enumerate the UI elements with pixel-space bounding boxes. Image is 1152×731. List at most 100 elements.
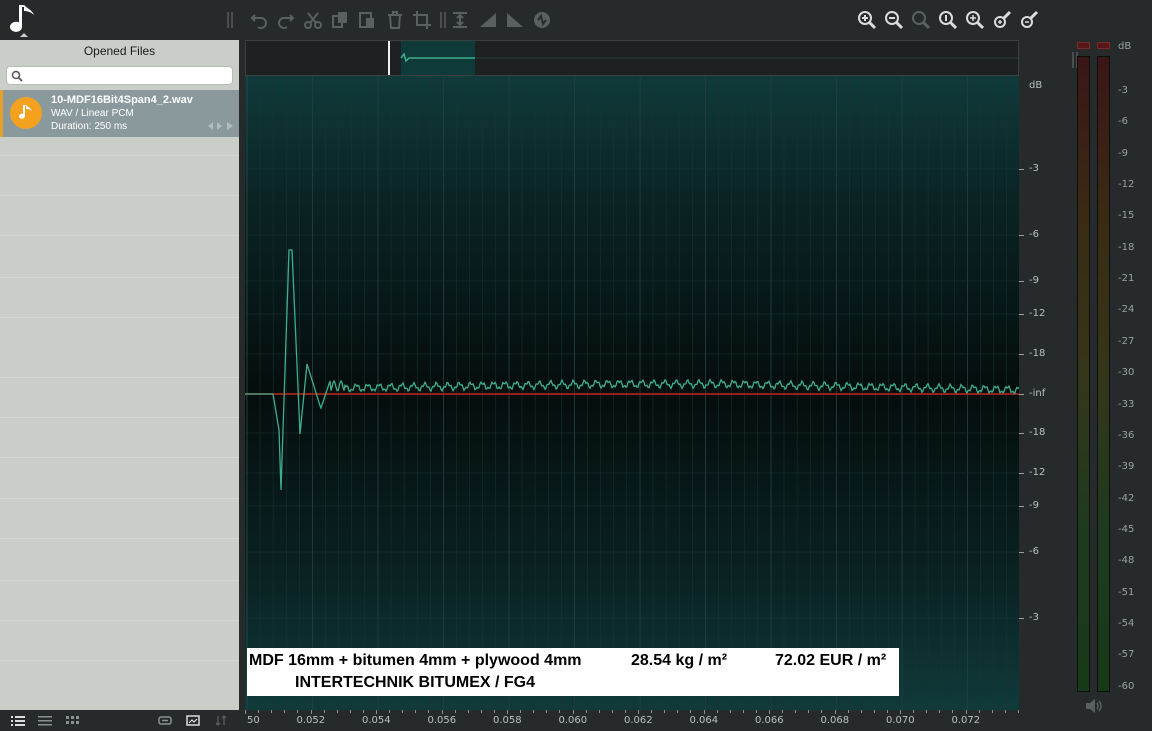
copy-icon[interactable]: [328, 8, 352, 32]
db-label: -3: [1029, 163, 1039, 174]
meter-label: -45: [1118, 523, 1135, 535]
mass-per-area: 28.54 kg / m²: [631, 652, 728, 669]
zoom-selection-icon[interactable]: [909, 8, 933, 32]
time-minor-tick: [834, 710, 836, 713]
paste-icon[interactable]: [355, 8, 379, 32]
waveform-overview[interactable]: [245, 40, 1019, 76]
time-minor-tick: [729, 710, 731, 713]
waveform-canvas: [245, 76, 1019, 710]
meter-label: -24: [1118, 304, 1135, 316]
zoom-fit-icon[interactable]: [936, 8, 960, 32]
delete-icon[interactable]: [383, 8, 407, 32]
redo-icon[interactable]: [274, 8, 298, 32]
db-label: -inf: [1029, 388, 1046, 399]
db-tick: [1019, 506, 1024, 507]
music-note-logo-icon[interactable]: [10, 3, 38, 39]
time-label: 0.064: [689, 715, 719, 726]
zoom-out-vertical-icon[interactable]: [1017, 8, 1041, 32]
time-minor-tick: [362, 710, 364, 713]
db-tick: [1019, 394, 1024, 395]
db-label: -6: [1029, 229, 1039, 240]
zoom-in-vertical-icon[interactable]: [990, 8, 1014, 32]
time-minor-tick: [467, 710, 469, 713]
time-ruler[interactable]: 50 0.052 0.054 0.056 0.058 0.060 0.062 0.064 0.0…: [245, 710, 1019, 731]
play-icon[interactable]: [227, 121, 233, 131]
compact-view-icon[interactable]: [38, 714, 52, 727]
meter-label: -9: [1118, 147, 1128, 159]
clip-indicator-left[interactable]: [1077, 42, 1090, 49]
time-minor-tick: [402, 710, 404, 713]
search-icon: [11, 70, 23, 82]
time-label: 50: [247, 715, 260, 726]
speaker-icon[interactable]: [1084, 698, 1104, 718]
app-window: Opened Files 10-MDF16Bit4Span4_2.wav WAV…: [0, 0, 1152, 731]
search-field[interactable]: [6, 66, 233, 85]
overview-waveform: [400, 52, 1018, 63]
sort-icon[interactable]: [214, 714, 228, 727]
time-label: 0.070: [886, 715, 915, 726]
crop-icon[interactable]: [410, 8, 434, 32]
meter-label: -21: [1118, 273, 1135, 285]
time-minor-tick: [690, 710, 692, 713]
zoom-in-icon[interactable]: [855, 8, 879, 32]
list-view-icon[interactable]: [11, 714, 25, 727]
list-divider: [0, 498, 239, 499]
time-minor-tick: [1017, 710, 1019, 713]
db-tick: [1019, 169, 1024, 170]
list-divider: [0, 195, 239, 196]
time-minor-tick: [808, 710, 810, 713]
product-name: INTERTECHNIK BITUMEX / FG4: [295, 674, 536, 691]
db-label: -18: [1029, 427, 1046, 438]
db-tick: [1019, 354, 1024, 355]
normalize-icon[interactable]: [448, 8, 472, 32]
zoom-out-icon[interactable]: [882, 8, 906, 32]
list-divider: [0, 155, 239, 156]
meter-label: -33: [1118, 398, 1135, 410]
time-minor-tick: [913, 710, 915, 713]
time-minor-tick: [349, 710, 351, 713]
meter-unit-label: dB: [1118, 41, 1132, 52]
zoom-full-icon[interactable]: [963, 8, 987, 32]
level-meter-right: [1097, 56, 1110, 692]
time-minor-tick: [480, 710, 482, 713]
time-minor-tick: [585, 710, 587, 713]
file-list-item[interactable]: 10-MDF16Bit4Span4_2.wav WAV / Linear PCM…: [0, 90, 239, 137]
time-label: 0.058: [493, 715, 522, 726]
clip-indicator-right[interactable]: [1097, 42, 1110, 49]
cut-icon[interactable]: [301, 8, 325, 32]
meter-label: -39: [1118, 461, 1135, 473]
waveform-grid: [245, 76, 1019, 710]
file-duration: Duration: 250 ms: [51, 121, 128, 132]
list-divider: [0, 538, 239, 539]
grid-view-icon[interactable]: [66, 714, 80, 727]
time-minor-tick: [651, 710, 653, 713]
time-minor-tick: [939, 710, 941, 713]
time-minor-tick: [860, 710, 862, 713]
undo-icon[interactable]: [247, 8, 271, 32]
db-tick: [1019, 552, 1024, 553]
fade-out-icon[interactable]: [503, 8, 527, 32]
link-files-icon[interactable]: [158, 714, 172, 727]
db-tick: [1019, 473, 1024, 474]
db-scale[interactable]: dB -3 -6 -9 -12 -18 -inf -18 -12 -9 -6 -3: [1019, 76, 1069, 710]
meter-label: -51: [1118, 586, 1135, 598]
toolbar-grip: [227, 12, 233, 28]
time-minor-tick: [873, 710, 875, 713]
list-divider: [0, 377, 239, 378]
db-label: -9: [1029, 275, 1039, 286]
list-divider: [0, 317, 239, 318]
fade-in-icon[interactable]: [476, 8, 500, 32]
image-view-icon[interactable]: [186, 714, 200, 727]
time-minor-tick: [965, 710, 967, 713]
time-minor-tick: [389, 710, 391, 713]
list-divider: [0, 235, 239, 236]
search-input[interactable]: [27, 68, 227, 83]
meter-label: -3: [1118, 85, 1128, 96]
time-minor-tick: [572, 710, 574, 713]
waveform-display[interactable]: [245, 76, 1019, 710]
opened-files-panel: Opened Files 10-MDF16Bit4Span4_2.wav WAV…: [0, 40, 239, 710]
db-tick: [1019, 281, 1024, 282]
effects-icon[interactable]: [530, 8, 554, 32]
link-icon[interactable]: [207, 121, 223, 131]
toolbar: [0, 0, 1152, 40]
